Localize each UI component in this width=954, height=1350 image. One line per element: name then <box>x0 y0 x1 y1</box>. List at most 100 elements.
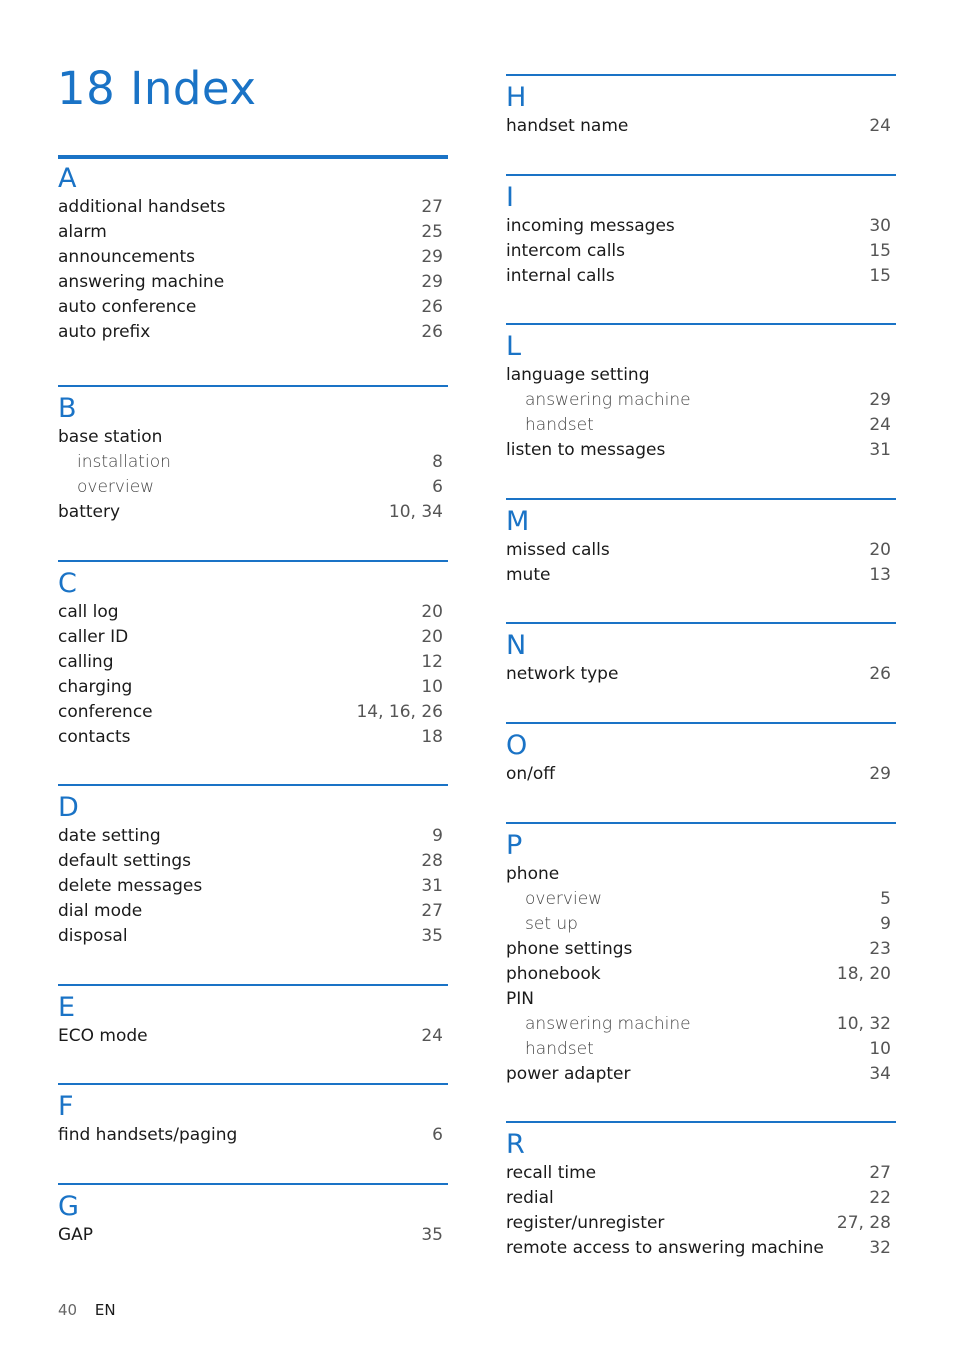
entry-term: phonebook <box>506 964 601 984</box>
section-divider <box>58 984 448 986</box>
section-letter: H <box>506 82 527 113</box>
entry-page-numbers: 24 <box>421 1026 443 1046</box>
section-divider <box>506 822 896 824</box>
entry-term: on/off <box>506 764 556 784</box>
index-entry: auto conference 26 <box>58 295 448 320</box>
entry-term: PIN <box>506 989 534 1009</box>
entry-page-numbers: 26 <box>421 297 443 317</box>
index-entry: network type 26 <box>506 662 896 687</box>
index-entry: battery 10, 34 <box>58 500 448 525</box>
section-letter: A <box>58 163 77 194</box>
index-entry: phone <box>506 862 896 887</box>
index-entry: auto prefix 26 <box>58 320 448 345</box>
index-entry: phone settings 23 <box>506 937 896 962</box>
entry-page-numbers: 12 <box>421 652 443 672</box>
index-entry: listen to messages 31 <box>506 438 896 463</box>
section-letter: L <box>506 331 522 362</box>
index-entry: charging 10 <box>58 675 448 700</box>
entry-page-numbers: 20 <box>421 602 443 622</box>
section-divider <box>58 385 448 387</box>
entry-list: handset name 24 <box>506 114 896 139</box>
entry-term: recall time <box>506 1163 597 1183</box>
entry-term: redial <box>506 1188 554 1208</box>
entry-term: base station <box>58 427 163 447</box>
entry-term: handset name <box>506 116 629 136</box>
index-subentry: set up 9 <box>506 912 896 937</box>
section-letter: P <box>506 830 523 861</box>
index-section-g: G GAP 35 <box>58 1183 448 1248</box>
index-entry: additional handsets 27 <box>58 195 448 220</box>
entry-page-numbers: 9 <box>432 826 443 846</box>
index-entry: announcements 29 <box>58 245 448 270</box>
entry-term: auto prefix <box>58 322 151 342</box>
index-entry: incoming messages 30 <box>506 214 896 239</box>
index-subentry: answering machine 29 <box>506 388 896 413</box>
entry-page-numbers: 31 <box>421 876 443 896</box>
section-letter: C <box>58 568 77 599</box>
entry-page-numbers: 5 <box>880 889 891 909</box>
entry-list: on/off 29 <box>506 762 896 787</box>
index-entry: intercom calls 15 <box>506 239 896 264</box>
entry-term: remote access to answering machine <box>506 1238 824 1258</box>
section-letter: D <box>58 792 79 823</box>
entry-term: power adapter <box>506 1064 631 1084</box>
entry-term: battery <box>58 502 121 522</box>
index-subentry: overview 6 <box>58 475 448 500</box>
index-subentry: handset 10 <box>506 1037 896 1062</box>
section-divider <box>506 323 896 325</box>
section-divider <box>58 560 448 562</box>
entry-list: call log 20 caller ID 20 calling 12 charging 10… <box>58 600 448 750</box>
entry-term: caller ID <box>58 627 129 647</box>
entry-term: conference <box>58 702 153 722</box>
entry-page-numbers: 29 <box>869 390 891 410</box>
entry-list: language setting answering machine 29 hands… <box>506 363 896 463</box>
index-section-p: Pphone overview 5 set up 9 phone settings 23 ph… <box>506 822 896 1087</box>
section-letter: M <box>506 506 530 537</box>
entry-term: calling <box>58 652 114 672</box>
entry-list: GAP 35 <box>58 1223 448 1248</box>
entry-page-numbers: 13 <box>869 565 891 585</box>
entry-page-numbers: 6 <box>432 1125 443 1145</box>
entry-list: find handsets/paging 6 <box>58 1123 448 1148</box>
entry-term: installation <box>77 452 171 472</box>
entry-term: dial mode <box>58 901 143 921</box>
index-entry: register/unregister 27, 28 <box>506 1211 896 1236</box>
index-section-d: Ddate setting 9 default settings 28 delete m… <box>58 784 448 949</box>
index-entry: language setting <box>506 363 896 388</box>
section-letter: I <box>506 182 514 213</box>
entry-list: base station installation 8 overview 6 batter… <box>58 425 448 525</box>
index-subentry: overview 5 <box>506 887 896 912</box>
entry-page-numbers: 27 <box>421 901 443 921</box>
index-section-c: Ccall log 20 caller ID 20 calling 12 charging 1… <box>58 560 448 750</box>
entry-page-numbers: 20 <box>869 540 891 560</box>
entry-list: recall time 27 redial 22 register/unregister… <box>506 1161 896 1261</box>
index-section-b: Bbase station installation 8 overview 6 batte… <box>58 385 448 525</box>
entry-page-numbers: 25 <box>421 222 443 242</box>
entry-list: incoming messages 30 intercom calls 15 inter… <box>506 214 896 289</box>
entry-term: contacts <box>58 727 131 747</box>
entry-term: missed calls <box>506 540 610 560</box>
entry-page-numbers: 15 <box>869 266 891 286</box>
section-divider <box>58 1083 448 1085</box>
entry-page-numbers: 27, 28 <box>836 1213 891 1233</box>
entry-page-numbers: 27 <box>421 197 443 217</box>
entry-page-numbers: 29 <box>869 764 891 784</box>
entry-term: listen to messages <box>506 440 666 460</box>
entry-page-numbers: 35 <box>421 1225 443 1245</box>
entry-term: internal calls <box>506 266 615 286</box>
section-divider <box>58 784 448 786</box>
index-section-o: Oon/off 29 <box>506 722 896 787</box>
entry-term: date setting <box>58 826 161 846</box>
entry-term: language setting <box>506 365 650 385</box>
index-section-l: Llanguage setting answering machine 29 hand… <box>506 323 896 463</box>
page-footer: 40 EN <box>58 1301 116 1319</box>
index-section-r: Rrecall time 27 redial 22 register/unregiste… <box>506 1121 896 1261</box>
entry-term: charging <box>58 677 133 697</box>
index-entry: handset name 24 <box>506 114 896 139</box>
entry-list: ECO mode 24 <box>58 1024 448 1049</box>
index-entry: redial 22 <box>506 1186 896 1211</box>
entry-term: overview <box>77 477 155 497</box>
entry-list: additional handsets 27 alarm 25 announcement… <box>58 195 448 345</box>
entry-term: overview <box>525 889 603 909</box>
entry-list: phone overview 5 set up 9 phone settings 23 pho… <box>506 862 896 1087</box>
